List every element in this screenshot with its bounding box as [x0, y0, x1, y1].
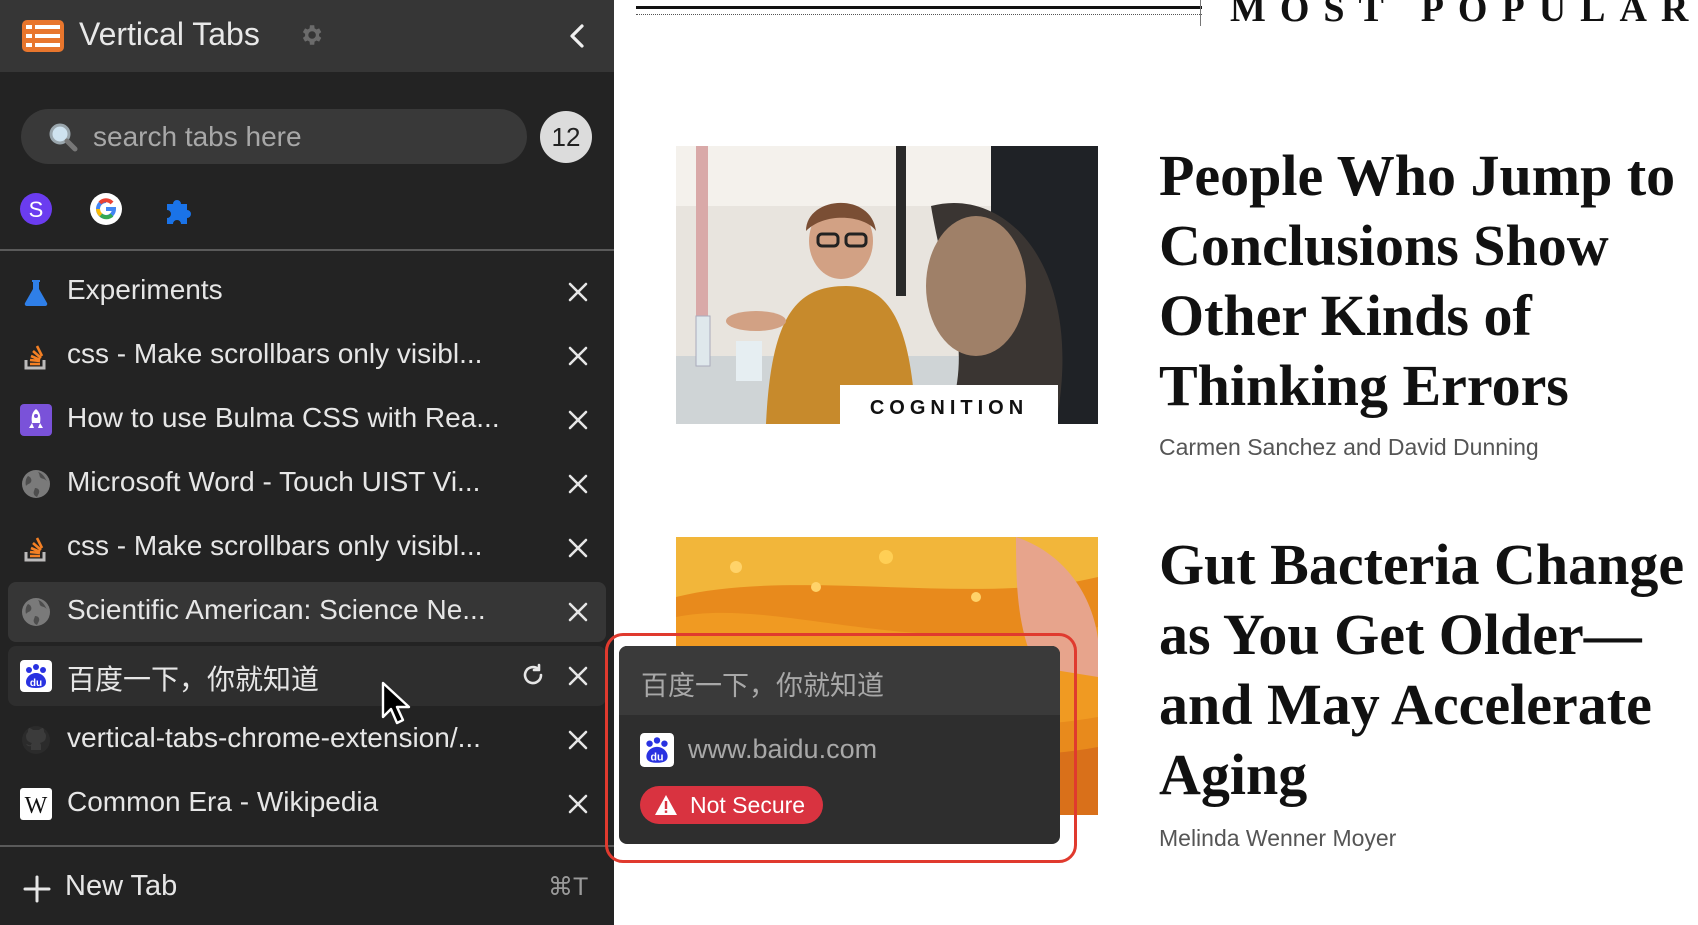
hover-card-url: www.baidu.com: [688, 734, 878, 764]
divider: [0, 249, 614, 251]
svg-text:du: du: [651, 752, 664, 764]
gear-icon[interactable]: [298, 22, 324, 48]
stackoverflow-icon: [24, 537, 46, 562]
tab-title: css - Make scrollbars only visibl...: [67, 338, 483, 369]
close-icon[interactable]: [566, 792, 590, 816]
tab-item-hovered[interactable]: du 百度一下，你就知道: [8, 646, 606, 706]
tab-item[interactable]: Experiments: [8, 262, 606, 322]
plus-icon: [23, 875, 51, 903]
tab-title: vertical-tabs-chrome-extension/...: [67, 722, 481, 753]
tab-title: How to use Bulma CSS with Rea...: [67, 402, 500, 433]
vertical-tabs-logo-icon: [22, 20, 64, 52]
app-title: Vertical Tabs: [79, 16, 260, 52]
globe-icon: [22, 598, 50, 626]
stackoverflow-icon: [24, 345, 46, 370]
rocket-icon: [20, 404, 52, 436]
divider: [0, 845, 614, 847]
tab-count-badge: 12: [540, 111, 592, 163]
article-byline: Carmen Sanchez and David Dunning: [1159, 434, 1539, 460]
section-rule-dotted: [636, 14, 1202, 15]
close-icon[interactable]: [566, 600, 590, 624]
section-rule-vertical: [1200, 0, 1201, 26]
close-icon[interactable]: [566, 408, 590, 432]
section-title: MOST POPULAR: [1230, 0, 1698, 30]
svg-text:du: du: [30, 678, 42, 689]
close-icon[interactable]: [566, 472, 590, 496]
close-icon[interactable]: [566, 536, 590, 560]
close-icon[interactable]: [566, 728, 590, 752]
svg-text:W: W: [25, 793, 48, 819]
tab-item[interactable]: css - Make scrollbars only visibl...: [8, 518, 606, 578]
tab-title: Common Era - Wikipedia: [67, 786, 379, 817]
not-secure-badge: Not Secure: [640, 786, 823, 824]
tab-title: Experiments: [67, 274, 223, 305]
reload-icon[interactable]: [520, 662, 546, 688]
tab-item-active[interactable]: Scientific American: Science Ne...: [8, 582, 606, 642]
tab-title: css - Make scrollbars only visibl...: [67, 530, 483, 561]
new-tab-button[interactable]: New Tab ⌘T: [0, 852, 614, 925]
tab-title: 百度一下，你就知道: [67, 664, 320, 695]
mouse-pointer-icon: [381, 681, 411, 725]
collapse-sidebar-chevron-icon[interactable]: [564, 20, 590, 52]
baidu-icon: du: [20, 660, 52, 692]
pinned-tab-puzzle-icon[interactable]: [161, 192, 195, 226]
new-tab-label: New Tab: [65, 870, 178, 902]
flask-icon: [24, 280, 48, 307]
baidu-icon: du: [640, 733, 674, 767]
tab-title: Scientific American: Science Ne...: [67, 594, 486, 625]
vertical-tabs-sidebar: Vertical Tabs 12 S Experiments: [0, 0, 614, 925]
not-secure-label: Not Secure: [690, 792, 806, 818]
tab-title: Microsoft Word - Touch UIST Vi...: [67, 466, 481, 497]
article-image[interactable]: COGNITION: [676, 146, 1098, 424]
tab-hover-card: 百度一下，你就知道 du www.baidu.com Not Secure: [619, 646, 1060, 844]
article-headline[interactable]: People Who Jump to Conclusions Show Othe…: [1159, 141, 1698, 421]
search-box[interactable]: [21, 109, 527, 164]
wikipedia-icon: W: [20, 788, 52, 820]
tab-item[interactable]: Microsoft Word - Touch UIST Vi...: [8, 454, 606, 514]
tab-item[interactable]: How to use Bulma CSS with Rea...: [8, 390, 606, 450]
sidebar-header: Vertical Tabs: [0, 0, 614, 72]
svg-text:S: S: [29, 197, 44, 222]
close-icon[interactable]: [566, 664, 590, 688]
pinned-tab-google-icon[interactable]: [89, 192, 123, 226]
warning-triangle-icon: [655, 795, 677, 815]
globe-icon: [22, 470, 50, 498]
meeting-photo: [676, 146, 1098, 424]
close-icon[interactable]: [566, 344, 590, 368]
article-byline: Melinda Wenner Moyer: [1159, 825, 1397, 851]
section-rule: [636, 6, 1202, 9]
tab-item[interactable]: css - Make scrollbars only visibl...: [8, 326, 606, 386]
article-headline[interactable]: Gut Bacteria Change as You Get Older—and…: [1159, 530, 1698, 810]
hover-card-title: 百度一下，你就知道: [641, 671, 884, 701]
new-tab-shortcut: ⌘T: [548, 873, 589, 901]
close-icon[interactable]: [566, 280, 590, 304]
tab-item[interactable]: W Common Era - Wikipedia: [8, 774, 606, 834]
search-icon: [49, 123, 78, 152]
search-input[interactable]: [93, 109, 513, 164]
github-icon: [22, 726, 50, 754]
tab-item[interactable]: vertical-tabs-chrome-extension/...: [8, 710, 606, 770]
pinned-tab-s-icon[interactable]: S: [19, 192, 53, 226]
category-badge[interactable]: COGNITION: [840, 385, 1058, 424]
hover-card-header: 百度一下，你就知道: [619, 646, 1060, 715]
